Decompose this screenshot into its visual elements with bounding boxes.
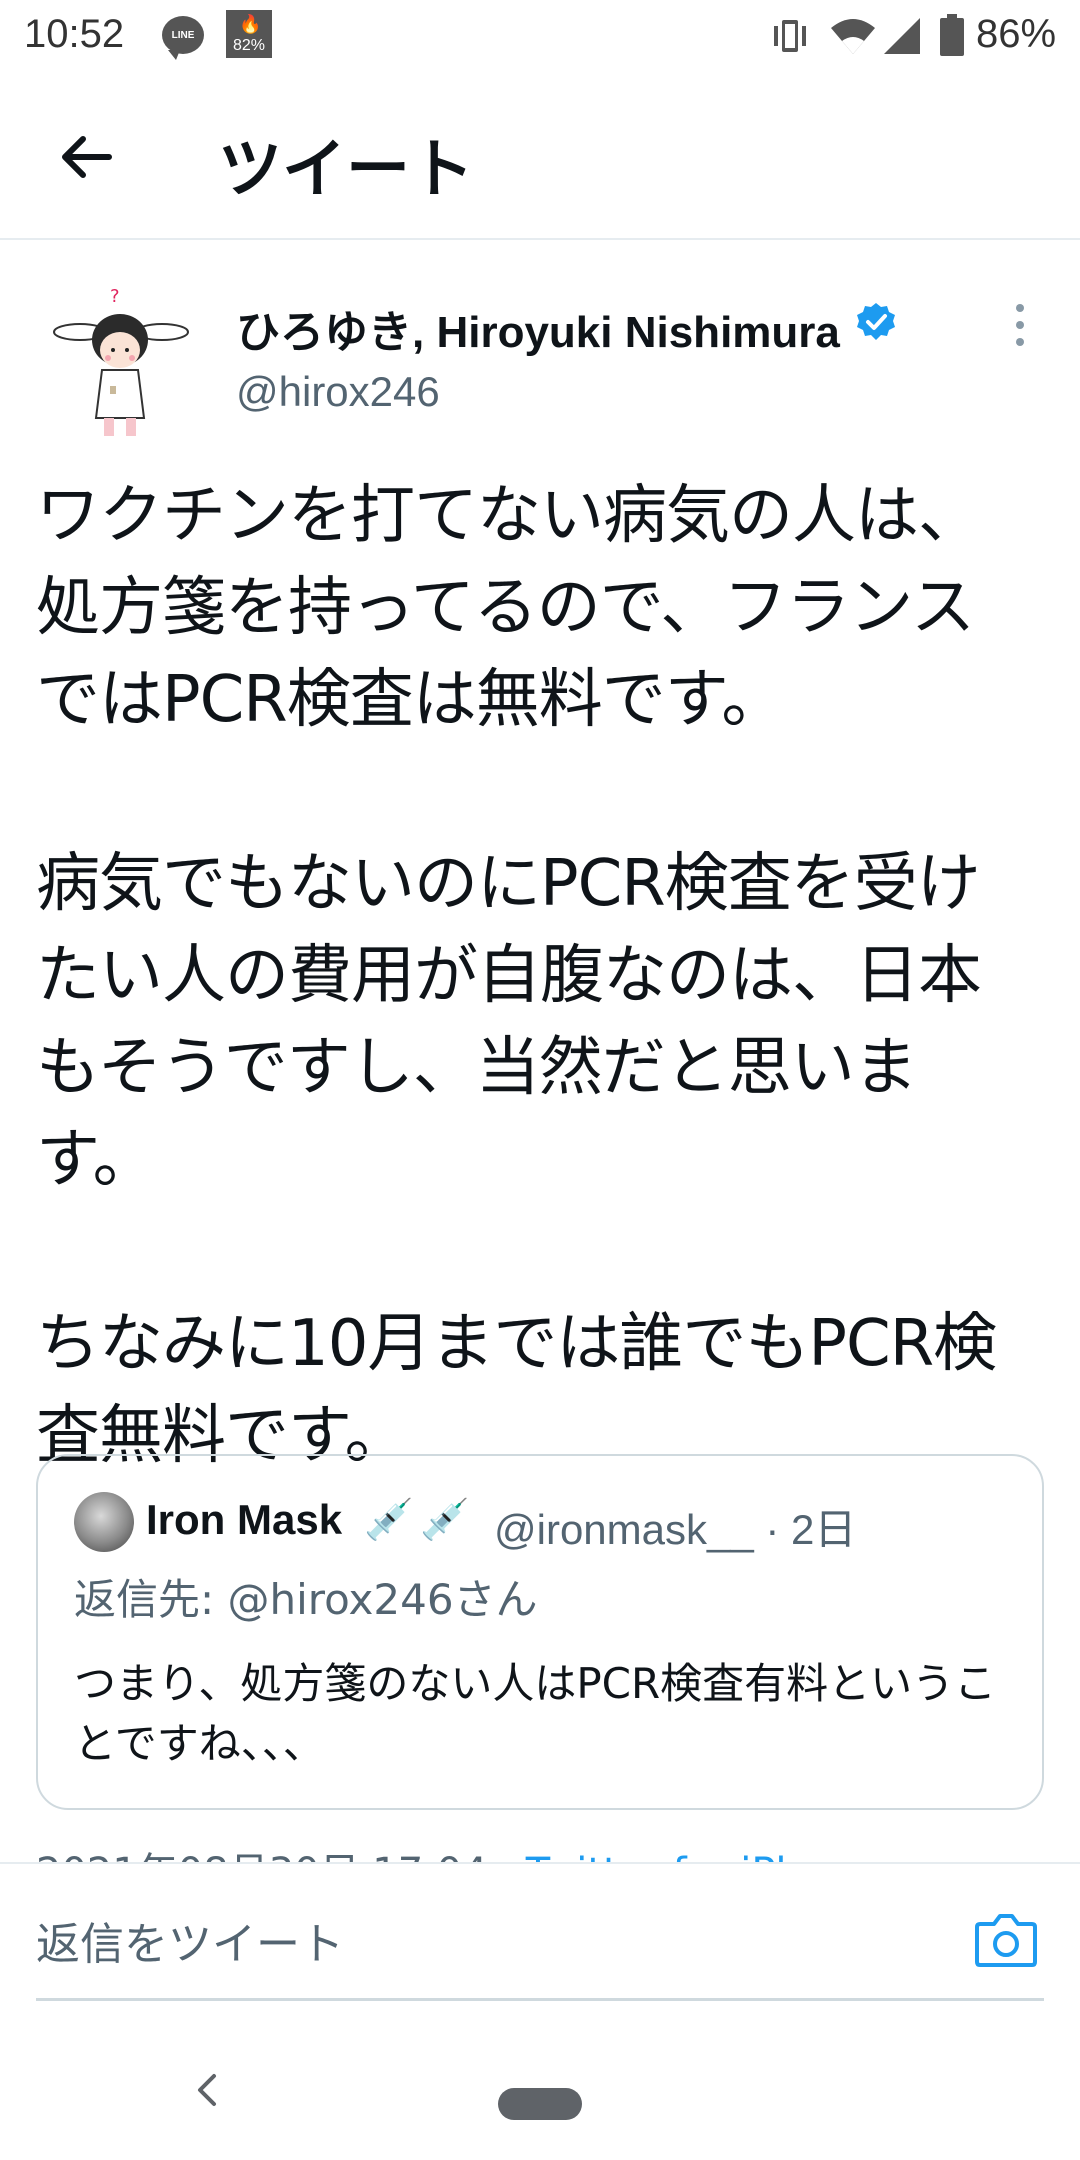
reply-input[interactable]: 返信をツイート <box>36 1908 344 1972</box>
arrow-left-icon <box>62 136 112 178</box>
reply-divider <box>36 1998 1044 2001</box>
verified-badge-icon <box>857 303 895 340</box>
author-handle[interactable]: @hirox246 <box>236 368 440 416</box>
line-app-icon: LINE <box>162 16 204 60</box>
camera-icon[interactable] <box>974 1910 1038 1968</box>
author-name[interactable]: ひろゆき, Hiroyuki Nishimura <box>236 296 840 360</box>
author-avatar[interactable]: ? <box>50 278 190 448</box>
page-title: ツイート <box>218 133 474 207</box>
quoted-reply-to: 返信先: @hirox246さん <box>74 1575 538 1624</box>
quoted-handle-time: @ironmask__ · 2日 <box>494 1506 857 1553</box>
back-button[interactable] <box>50 122 120 192</box>
status-time: 10:52 <box>24 12 125 56</box>
reply-bar: 返信をツイート <box>0 1862 1080 2002</box>
battery-percent: 86% <box>976 12 1057 56</box>
nav-home-pill[interactable] <box>498 2088 582 2120</box>
syringe-emoji-icon: 💉 <box>420 1497 470 1543</box>
quoted-author-name: Iron Mask <box>146 1496 343 1543</box>
tweet-timestamp: 2021年08月30日 17:04 · Twitter for iPhone <box>36 1840 875 1862</box>
quoted-author-avatar <box>74 1492 134 1552</box>
status-bar: 10:52 LINE 🔥 82% 86% <box>0 0 1080 72</box>
wifi-icon <box>831 19 875 54</box>
battery-icon <box>940 14 964 56</box>
nav-back-icon[interactable] <box>192 2070 222 2110</box>
notification-app-icon: 🔥 82% <box>226 10 272 58</box>
app-header: ツイート <box>0 72 1080 240</box>
cell-signal-icon <box>884 18 920 54</box>
tweet-text: ワクチンを打てない病気の人は、 処方箋を持ってるので、フランス ではPCR検査は… <box>36 479 997 1473</box>
tweet-client-link[interactable]: Twitter for iPhone <box>526 1850 876 1862</box>
quoted-tweet-card[interactable]: Iron Mask 💉 💉 @ironmask__ · 2日 返信先: @hir… <box>36 1454 1044 1810</box>
system-nav-bar <box>0 2020 1080 2160</box>
quoted-tweet-text: つまり、処方箋のない人はPCR検査有料ということですね、、、 <box>74 1659 997 1768</box>
vibrate-icon <box>774 20 806 52</box>
svg-text:?: ? <box>110 286 120 307</box>
more-options-icon[interactable] <box>1000 300 1040 350</box>
syringe-emoji-icon: 💉 <box>364 1497 414 1543</box>
